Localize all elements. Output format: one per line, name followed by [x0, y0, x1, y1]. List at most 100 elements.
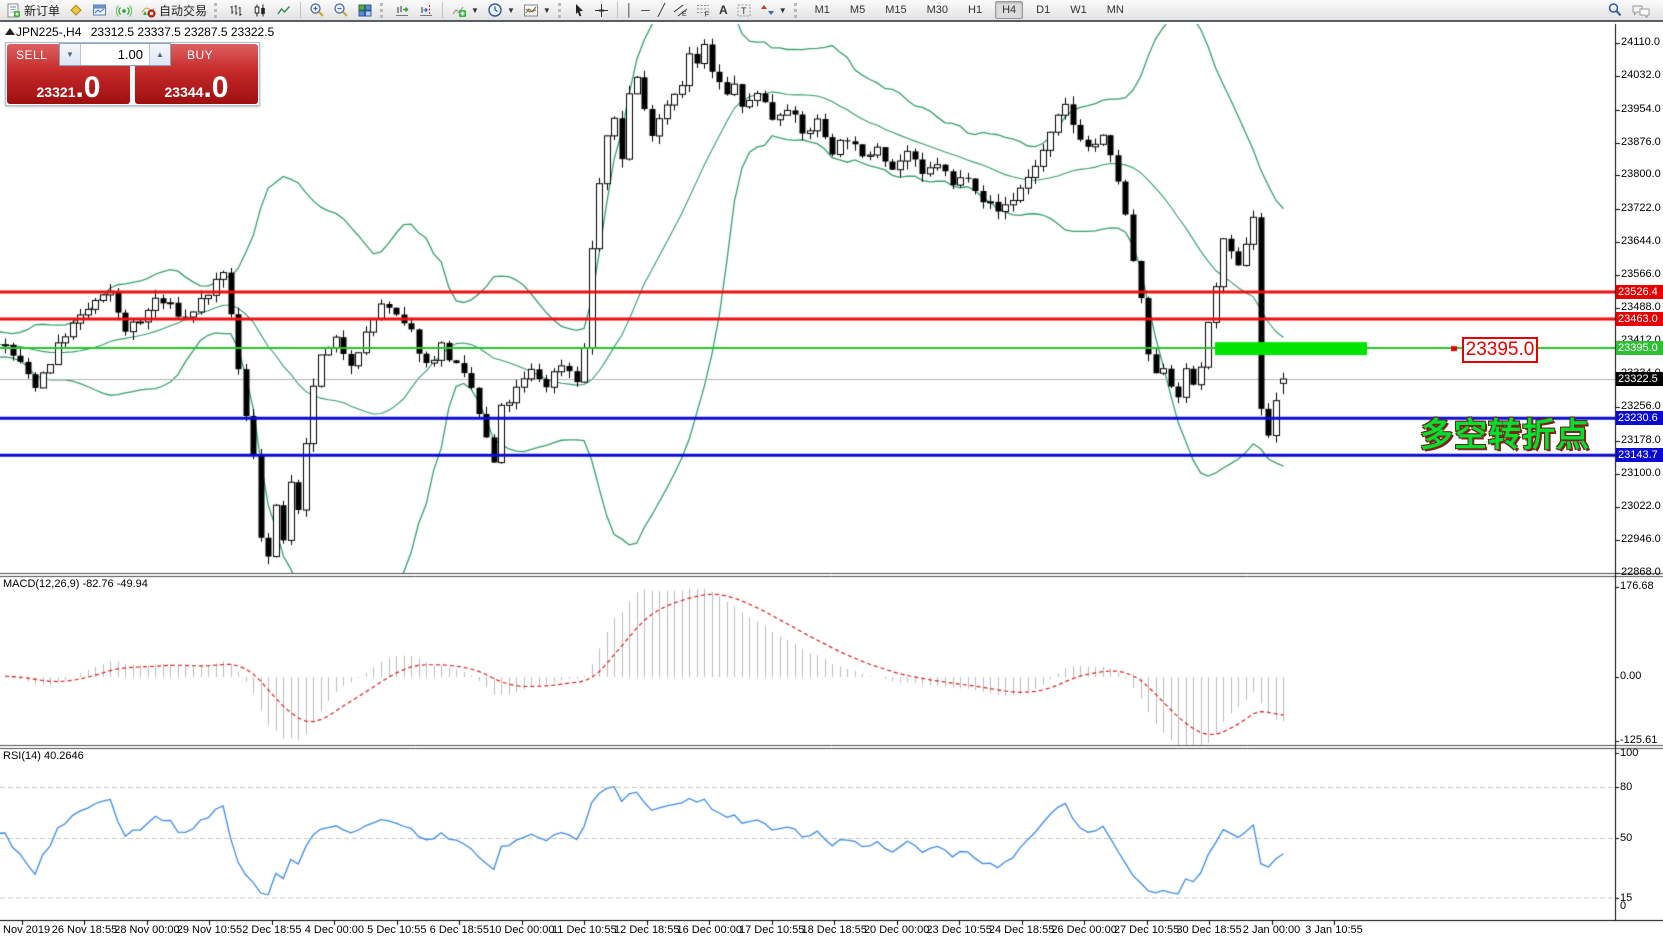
metaeditor-icon [68, 2, 84, 18]
volume-input[interactable] [81, 44, 149, 65]
search-icon [1607, 2, 1623, 18]
auto-scroll-button[interactable] [390, 1, 414, 19]
toolbar-drag-handle[interactable] [380, 3, 387, 18]
price-tick-label: 23566.0 [1621, 268, 1661, 280]
toolbar-drag-handle[interactable] [794, 3, 801, 18]
level-price-label: 23230.6 [1616, 411, 1663, 425]
periods-clock-icon [487, 2, 503, 18]
channel-icon: E [673, 3, 688, 17]
signals-button[interactable] [112, 1, 136, 19]
svg-text:E: E [682, 11, 687, 17]
price-tick-label: 22946.0 [1621, 533, 1661, 545]
chat-button[interactable] [1627, 1, 1655, 19]
templates-icon [523, 3, 539, 18]
horizontal-line-icon: ─ [641, 3, 650, 17]
cursor-tool-button[interactable] [568, 1, 590, 19]
level-price-label: 23526.4 [1616, 285, 1663, 299]
chart-shift-button[interactable] [414, 1, 438, 19]
candlestick-chart-type-button[interactable] [248, 1, 272, 19]
tile-windows-icon [357, 3, 373, 18]
timeframe-group: M1 M5 M15 M30 H1 H4 D1 W1 MN [808, 1, 1131, 19]
horizontal-line-tool-button[interactable]: ─ [637, 1, 654, 19]
timeframe-button-w1[interactable]: W1 [1063, 1, 1094, 19]
vertical-line-icon: │ [626, 3, 634, 17]
timeframe-button-d1[interactable]: D1 [1029, 1, 1057, 19]
search-button[interactable] [1603, 1, 1627, 19]
timeframe-button-m5[interactable]: M5 [843, 1, 872, 19]
one-click-collapse-icon[interactable] [5, 28, 15, 35]
periods-dropdown-icon[interactable]: ▼ [507, 6, 515, 15]
rsi-label: RSI(14) 40.2646 [3, 750, 84, 762]
volume-spinner: ▼ ▲ [59, 43, 171, 66]
macd-label: MACD(12,26,9) -82.76 -49.94 [3, 578, 148, 590]
text-label-tool-button[interactable]: T [732, 1, 756, 19]
price-tick-label: 24110.0 [1621, 36, 1660, 48]
macd-scale-label: 0.00 [1620, 670, 1641, 682]
arrows-dropdown-icon[interactable]: ▼ [779, 6, 787, 15]
price-tick-label: 23022.0 [1621, 500, 1661, 512]
channel-tool-button[interactable]: E [669, 1, 692, 19]
terminal-button[interactable] [88, 1, 112, 19]
arrows-icon [760, 3, 775, 17]
chart-symbol-period: JPN225-,H4 [16, 25, 81, 39]
volume-decrease-button[interactable]: ▼ [60, 44, 81, 65]
chart-ohlc-values: 23312.5 23337.5 23287.5 23322.5 [91, 25, 275, 39]
tile-windows-button[interactable] [353, 1, 377, 19]
sell-price-main: 23321 [37, 84, 76, 100]
price-tick-label: 23722.0 [1621, 202, 1661, 214]
svg-text:T: T [741, 6, 747, 16]
timeframe-button-h4[interactable]: H4 [995, 1, 1023, 19]
fibonacci-icon: F [696, 3, 711, 17]
price-tick-label: 23876.0 [1621, 136, 1661, 148]
one-click-trading-panel: SELL 23321 .0 BUY 23344 .0 ▼ ▲ [5, 42, 260, 106]
chat-icon [1631, 3, 1651, 18]
timeframe-button-m15[interactable]: M15 [878, 1, 913, 19]
line-chart-icon [276, 3, 292, 18]
rsi-scale-label: 80 [1620, 781, 1632, 793]
macd-scale-label: 176.68 [1620, 580, 1654, 592]
arrows-tool-button[interactable]: ▼ [756, 1, 791, 19]
crosshair-tool-button[interactable] [590, 1, 613, 19]
vertical-line-tool-button[interactable]: │ [622, 1, 638, 19]
chart-area[interactable] [0, 0, 1663, 941]
templates-dropdown-icon[interactable]: ▼ [543, 6, 551, 15]
price-tick-label: 23100.0 [1621, 467, 1661, 479]
signals-icon [116, 3, 132, 18]
price-tick-label: 23178.0 [1621, 434, 1661, 446]
chart-shift-icon [418, 3, 434, 18]
line-chart-type-button[interactable] [272, 1, 296, 19]
autotrading-button[interactable]: 自动交易 [136, 1, 211, 19]
new-order-button[interactable]: 新订单 [2, 1, 64, 19]
rsi-scale-label: 50 [1620, 832, 1632, 844]
timeframe-button-h1[interactable]: H1 [961, 1, 989, 19]
templates-button[interactable]: ▼ [519, 1, 555, 19]
toolbar-drag-handle[interactable] [214, 3, 221, 18]
indicators-button[interactable]: ▼ [447, 1, 483, 19]
buy-button-label: BUY [187, 48, 213, 62]
text-tool-button[interactable]: A [715, 1, 732, 19]
cursor-icon [572, 3, 586, 18]
text-tool-icon: A [719, 3, 728, 17]
fibonacci-tool-button[interactable]: F [692, 1, 715, 19]
trendline-tool-button[interactable]: ╱ [654, 1, 669, 19]
periods-button[interactable]: ▼ [483, 1, 519, 19]
auto-scroll-icon [394, 3, 410, 18]
bar-chart-type-button[interactable] [224, 1, 248, 19]
toolbar-drag-handle[interactable] [558, 3, 565, 18]
zoom-out-button[interactable] [329, 1, 353, 19]
indicators-dropdown-icon[interactable]: ▼ [471, 6, 479, 15]
candlestick-chart-icon [252, 3, 268, 18]
timeframe-button-m1[interactable]: M1 [808, 1, 837, 19]
metaeditor-button[interactable] [64, 1, 88, 19]
rsi-scale-label: 100 [1620, 747, 1638, 759]
volume-increase-button[interactable]: ▲ [149, 44, 170, 65]
zoom-in-button[interactable] [305, 1, 329, 19]
turning-point-annotation: 多空转折点 [1420, 408, 1590, 456]
timeframe-button-mn[interactable]: MN [1100, 1, 1131, 19]
indicators-add-icon [451, 3, 467, 18]
timeframe-button-m30[interactable]: M30 [920, 1, 955, 19]
svg-text:F: F [705, 10, 710, 18]
new-order-icon [6, 3, 21, 18]
price-callout-box[interactable]: 23395.0 [1462, 337, 1538, 363]
level-price-label: 23463.0 [1616, 312, 1663, 326]
